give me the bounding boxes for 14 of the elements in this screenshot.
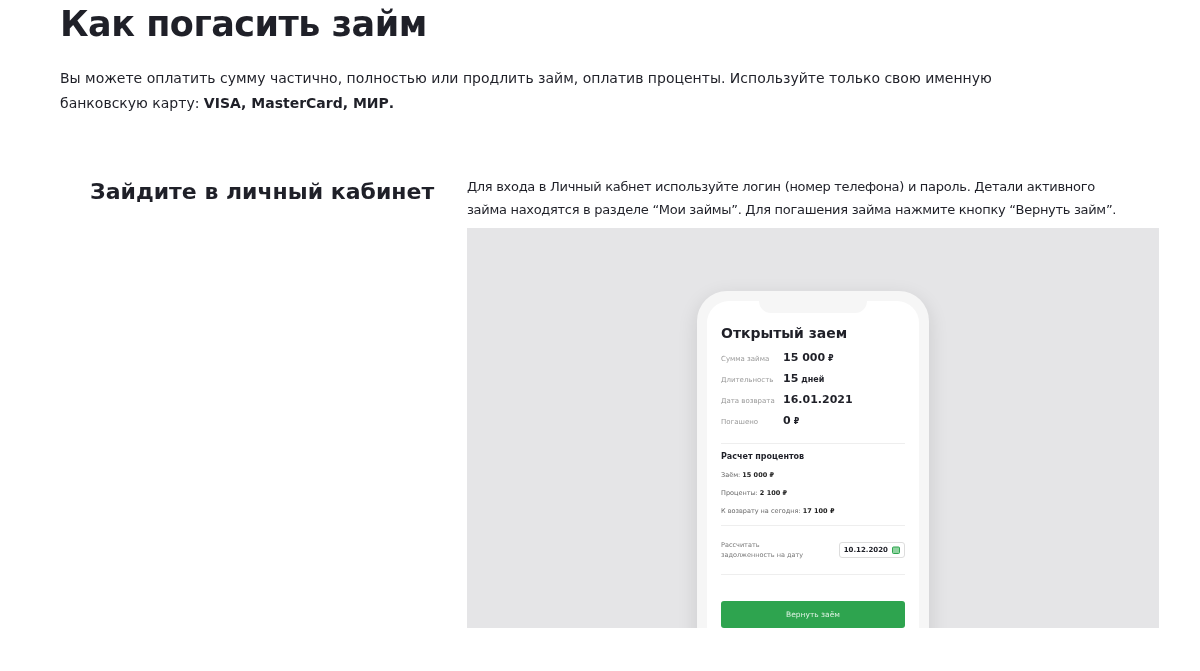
step-heading: Зайдите в личный кабинет — [90, 178, 436, 206]
detail-value: 15 — [783, 372, 799, 385]
detail-value: 0 — [783, 414, 791, 427]
calendar-icon — [892, 546, 900, 554]
detail-value: 15 000 — [783, 351, 826, 364]
intro-paragraph: Вы можете оплатить сумму частично, полностью или продлить займ, оплатив проценты. Используйте только свою именную банковскую карту: VISA, MasterCard, МИР. — [60, 69, 993, 113]
step-description: Для входа в Личный кабнет используйте логин (номер телефона) и пароль. Детали активного займа находятся в разделе “Мои займы”. Для погашения займа нажмите кнопку “Вернуть займ”. — [467, 178, 1118, 219]
calc-title: Расчет процентов — [721, 452, 806, 461]
loan-title: Открытый заем — [721, 325, 848, 341]
detail-value: 16.01.2021 — [783, 393, 853, 406]
detail-unit: дней — [801, 375, 825, 384]
page-title: Как погасить займ — [60, 4, 427, 44]
detail-unit: ₽ — [828, 354, 834, 363]
detail-unit: ₽ — [793, 417, 800, 426]
